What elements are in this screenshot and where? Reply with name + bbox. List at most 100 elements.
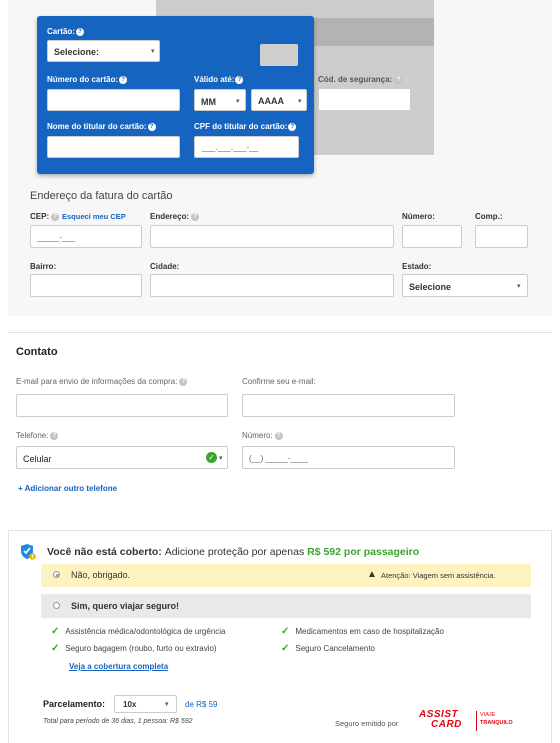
city-input[interactable] (150, 274, 394, 297)
help-icon[interactable]: ? (51, 212, 60, 221)
district-input[interactable] (30, 274, 142, 297)
insurance-panel: Você não está coberto: Adicione proteção… (8, 530, 552, 743)
chevron-down-icon: ▾ (298, 98, 302, 105)
help-icon[interactable]: ? (147, 122, 156, 131)
insurance-title: Você não está coberto: Adicione proteção… (47, 546, 419, 558)
brand-tag2: TRANQUILO (480, 720, 513, 726)
card-label: Cartão: (47, 27, 76, 36)
state-label: Estado: (402, 262, 432, 271)
email-label: E-mail para envio de informações da comp… (16, 377, 178, 386)
total-note: Total para período de 36 dias, 1 pessoa:… (43, 718, 193, 725)
installments-select[interactable]: 10x ▾ (114, 695, 177, 713)
chevron-down-icon: ▾ (165, 701, 169, 708)
holder-cpf-label-wrap: CPF do titular do cartão:? (194, 122, 297, 131)
warning-text: Atenção: Viagem sem assistência. (381, 571, 496, 580)
address-label-wrap: Endereço:? (150, 212, 200, 221)
benefit-text: Seguro bagagem (roubo, furto ou extravio… (65, 644, 217, 653)
checkout-page: Cód. de segurança:? Cartão:? Selecione: … (0, 0, 560, 743)
chevron-down-icon: ▾ (219, 455, 223, 462)
address-number-input[interactable] (402, 225, 462, 248)
holder-name-label: Nome do titular do cartão: (47, 122, 147, 131)
radio-yes[interactable] (53, 602, 60, 609)
option-no-insurance[interactable]: Não, obrigado. ▲ Atenção: Viagem sem ass… (41, 564, 531, 587)
issued-by-text: Seguro emitido por (335, 719, 399, 728)
phone-type-select[interactable]: Celular ✓ ▾ (16, 446, 228, 469)
check-icon: ✓ (51, 626, 60, 637)
state-select[interactable]: Selecione ▾ (402, 274, 528, 297)
email-label-wrap: E-mail para envio de informações da comp… (16, 377, 188, 386)
cep-placeholder: _____-___ (37, 233, 76, 242)
card-number-label: Número do cartão: (47, 75, 119, 84)
installments-label: Parcelamento: (43, 699, 106, 709)
address-number-label: Número: (402, 212, 435, 221)
warning-icon: ▲ (367, 569, 377, 580)
city-label: Cidade: (150, 262, 180, 271)
holder-cpf-placeholder: ___.___.___-__ (202, 143, 259, 152)
confirm-email-input[interactable] (242, 394, 455, 417)
radio-no[interactable] (53, 571, 60, 578)
option-yes-insurance[interactable]: Sim, quero viajar seguro! (41, 594, 531, 618)
phone-number-input[interactable]: (__) _____-____ (242, 446, 455, 469)
payment-section: Cód. de segurança:? Cartão:? Selecione: … (8, 0, 552, 316)
benefit-text: Medicamentos em caso de hospitalização (295, 627, 444, 636)
holder-cpf-label: CPF do titular do cartão: (194, 122, 288, 131)
billing-title: Endereço da fatura do cartão (30, 190, 173, 202)
card-brand-select[interactable]: Selecione: ▾ (47, 40, 160, 62)
card-label-wrap: Cartão:? (47, 27, 85, 36)
help-icon[interactable]: ? (274, 431, 283, 440)
address-input[interactable] (150, 225, 394, 248)
cvv-input[interactable] (318, 88, 411, 111)
holder-name-input[interactable] (47, 136, 180, 158)
chevron-down-icon: ▾ (151, 48, 155, 55)
cep-label-wrap: CEP:? (30, 212, 60, 221)
coverage-link[interactable]: Veja a cobertura completa (69, 662, 168, 671)
address-label: Endereço: (150, 212, 190, 221)
benefit-text: Assistência médica/odontológica de urgên… (65, 627, 226, 636)
installment-price: de R$ 59 (185, 700, 218, 709)
month-select[interactable]: MM ▾ (194, 89, 246, 111)
holder-cpf-input[interactable]: ___.___.___-__ (194, 136, 299, 158)
insurance-price: R$ 592 (307, 546, 341, 558)
district-label: Bairro: (30, 262, 57, 271)
comp-input[interactable] (475, 225, 528, 248)
email-input[interactable] (16, 394, 228, 417)
phone-label: Telefone: (16, 431, 49, 440)
contact-title: Contato (16, 346, 58, 358)
benefit-item: ✓ Medicamentos em caso de hospitalização (281, 626, 444, 637)
cvv-label-wrap: Cód. de segurança:? (318, 75, 403, 84)
help-icon[interactable]: ? (76, 27, 85, 36)
valid-label: Válido até: (194, 75, 235, 84)
year-select-value: AAAA (258, 96, 284, 106)
chevron-down-icon: ▾ (236, 98, 240, 105)
option-no-label: Não, obrigado. (71, 570, 131, 580)
phone-label-wrap: Telefone:? (16, 431, 59, 440)
check-circle-icon: ✓ (206, 452, 217, 463)
insurance-title-mid: Adicione proteção por apenas (164, 546, 305, 558)
help-icon[interactable]: ? (119, 75, 128, 84)
phone-type-value: Celular (23, 454, 52, 464)
year-select[interactable]: AAAA ▾ (251, 89, 307, 111)
help-icon[interactable]: ? (179, 377, 188, 386)
help-icon[interactable]: ? (50, 431, 59, 440)
shield-icon (21, 544, 36, 560)
insurance-title-start: Você não está coberto: (47, 546, 162, 558)
help-icon[interactable]: ? (288, 122, 297, 131)
brand-tag1: VIAJE (480, 712, 496, 718)
month-select-value: MM (201, 97, 216, 107)
cvv-label: Cód. de segurança: (318, 75, 393, 84)
help-icon[interactable]: ? (394, 75, 403, 84)
card-number-input[interactable] (47, 89, 180, 111)
cep-input[interactable]: _____-___ (30, 225, 142, 248)
forgot-cep-link[interactable]: Esqueci meu CEP (62, 212, 126, 221)
add-phone-link[interactable]: + Adicionar outro telefone (18, 484, 117, 493)
divider (8, 332, 552, 333)
help-icon[interactable]: ? (235, 75, 244, 84)
phone-number-placeholder: (__) _____-____ (249, 454, 309, 463)
benefit-text: Seguro Cancelamento (295, 644, 375, 653)
card-chip (260, 44, 298, 66)
insurance-title-end: por passageiro (343, 546, 420, 558)
cep-label: CEP: (30, 212, 50, 221)
help-icon[interactable]: ? (191, 212, 200, 221)
option-yes-label: Sim, quero viajar seguro! (71, 601, 180, 611)
state-select-value: Selecione (409, 282, 452, 292)
